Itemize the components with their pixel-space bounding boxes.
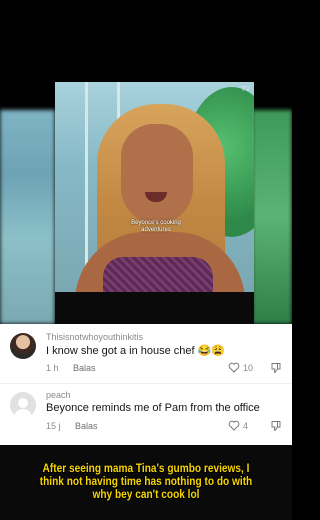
heart-icon: [228, 362, 240, 373]
avatar[interactable]: [10, 392, 36, 418]
comment-list: Thisisnotwhoyouthinkitis I know she got …: [0, 324, 292, 445]
thumbs-down-icon[interactable]: [270, 420, 282, 432]
like-button[interactable]: 10: [228, 362, 253, 373]
comment-text: Beyonce reminds me of Pam from the offic…: [46, 402, 260, 414]
comment-text: I know she got a in house chef 😂😩: [46, 345, 226, 357]
avatar[interactable]: [10, 333, 36, 359]
comment-time: 15 j: [46, 421, 61, 431]
thumbs-down-icon[interactable]: [270, 362, 282, 374]
background-blur-left: [0, 110, 55, 324]
video-caption: Beyonce's cooking adventures: [131, 220, 181, 233]
comment-meta: 15 j Balas: [46, 421, 98, 431]
overlay-caption-text: After seeing mama Tina's gumbo reviews, …: [39, 463, 253, 501]
overlay-caption-panel: After seeing mama Tina's gumbo reviews, …: [0, 445, 292, 520]
divider: [0, 383, 292, 384]
comment-time: 1 h: [46, 363, 59, 373]
like-button[interactable]: 4: [228, 420, 248, 431]
video-player[interactable]: Beyonce's cooking adventures TV: [55, 82, 254, 324]
person-top: [103, 257, 213, 292]
person-face: [121, 124, 193, 224]
comment-username[interactable]: Thisisnotwhoyouthinkitis: [46, 332, 143, 342]
heart-icon: [228, 420, 240, 431]
reply-button[interactable]: Balas: [73, 363, 96, 373]
background-blur-right: [252, 110, 292, 324]
comment-meta: 1 h Balas: [46, 363, 96, 373]
like-count: 10: [243, 362, 254, 373]
screen: Beyonce's cooking adventures TV Thisisno…: [0, 0, 292, 520]
reply-button[interactable]: Balas: [75, 421, 98, 431]
video-frame: Beyonce's cooking adventures TV: [55, 82, 254, 292]
comment-username[interactable]: peach: [46, 390, 71, 400]
channel-watermark: TV: [241, 86, 250, 93]
like-count: 4: [243, 420, 249, 431]
